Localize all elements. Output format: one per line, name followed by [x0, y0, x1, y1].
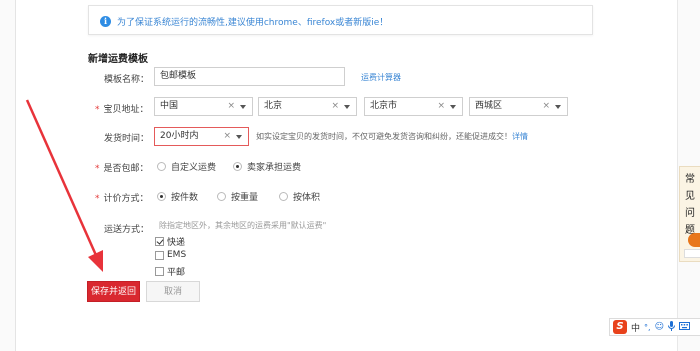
checkbox-box	[155, 237, 164, 246]
keyboard-icon[interactable]	[678, 321, 690, 333]
mascot-base-icon	[684, 249, 700, 258]
faq-char: 常	[685, 174, 695, 185]
chevron-down-icon	[240, 105, 246, 109]
chevron-down-icon	[344, 105, 350, 109]
emoji-icon[interactable]: ☺	[655, 322, 664, 332]
province-value: 北京	[264, 101, 283, 111]
browser-notice: i 为了保证系统运行的流畅性,建议使用chrome、firefox或者新版ie！	[88, 5, 593, 35]
ship-time-hint-text: 如实设定宝贝的发货时间，不仅可避免发货咨询和纠纷，还能促进成交！	[256, 132, 512, 141]
delivery-note: 除指定地区外，其余地区的运费采用"默认运费"	[159, 221, 327, 230]
clear-icon[interactable]: ×	[223, 128, 231, 145]
checkbox-ems[interactable]: EMS	[155, 250, 186, 260]
checkbox-box	[155, 267, 164, 276]
district-select[interactable]: 西城区 ×	[469, 97, 568, 116]
ship-time-label: 发货时间：	[104, 134, 150, 144]
checkbox-express[interactable]: 快递	[155, 235, 185, 248]
cancel-button[interactable]: 取消	[146, 281, 200, 302]
section-title: 新增运费模板	[88, 54, 148, 65]
template-name-label: 模板名称：	[104, 75, 150, 85]
punctuation-icon[interactable]: °,	[644, 323, 651, 332]
chevron-down-icon	[450, 105, 456, 109]
ship-time-hint: 如实设定宝贝的发货时间，不仅可避免发货咨询和纠纷，还能促进成交！详情	[256, 131, 528, 142]
ime-mode[interactable]: 中	[631, 321, 640, 334]
country-value: 中国	[160, 101, 179, 111]
free-shipping-label: * 是否包邮：	[95, 161, 149, 174]
info-icon: i	[100, 16, 111, 27]
ship-time-select[interactable]: 20小时内 ×	[154, 127, 249, 146]
checkbox-surface-mail[interactable]: 平邮	[155, 265, 185, 278]
location-label: * 宝贝地址：	[95, 102, 149, 115]
city-value: 北京市	[370, 101, 398, 111]
notice-text: 为了保证系统运行的流畅性,建议使用chrome、firefox或者新版ie！	[117, 18, 389, 28]
radio-label: 按件数	[171, 193, 199, 203]
radio-dot	[157, 192, 166, 201]
required-mark: *	[95, 105, 100, 115]
city-select[interactable]: 北京市 ×	[364, 97, 463, 116]
ime-toolbar[interactable]: S 中 °, ☺	[609, 318, 700, 336]
radio-dot	[233, 162, 242, 171]
chevron-down-icon	[236, 135, 242, 139]
pricing-label: * 计价方式：	[95, 191, 149, 204]
page: i 为了保证系统运行的流畅性,建议使用chrome、firefox或者新版ie！…	[0, 0, 700, 351]
mascot-icon	[688, 233, 700, 247]
template-name-input[interactable]: 包邮模板	[154, 67, 345, 86]
clear-icon[interactable]: ×	[227, 98, 235, 115]
freight-calculator-link[interactable]: 运费计算器	[361, 72, 401, 83]
radio-by-weight[interactable]: 按重量	[217, 190, 258, 203]
clear-icon[interactable]: ×	[437, 98, 445, 115]
radio-label: 自定义运费	[171, 163, 217, 173]
checkbox-label: 快递	[167, 238, 186, 248]
checkbox-label: 平邮	[167, 268, 186, 278]
province-select[interactable]: 北京 ×	[258, 97, 357, 116]
faq-side-tab[interactable]: 常 见 问 题	[679, 166, 700, 262]
radio-label: 按体积	[293, 193, 321, 203]
checkbox-box	[155, 250, 164, 260]
radio-label: 卖家承担运费	[247, 163, 302, 173]
mic-icon[interactable]	[667, 320, 675, 334]
ship-time-details-link[interactable]: 详情	[512, 132, 528, 141]
required-mark: *	[95, 164, 100, 174]
sogou-logo-icon[interactable]: S	[613, 320, 627, 334]
faq-char: 问	[685, 208, 695, 219]
country-select[interactable]: 中国 ×	[154, 97, 253, 116]
faq-char: 见	[685, 191, 695, 202]
radio-label: 按重量	[231, 193, 259, 203]
district-value: 西城区	[475, 101, 503, 111]
pricing-label-text: 计价方式：	[103, 194, 149, 204]
radio-dot	[157, 162, 166, 171]
clear-icon[interactable]: ×	[542, 98, 550, 115]
required-mark: *	[95, 194, 100, 204]
location-label-text: 宝贝地址：	[103, 105, 149, 115]
radio-by-piece[interactable]: 按件数	[157, 190, 198, 203]
chevron-down-icon	[555, 105, 561, 109]
free-shipping-label-text: 是否包邮：	[103, 164, 149, 174]
checkbox-label: EMS	[167, 250, 187, 260]
save-and-return-button[interactable]: 保存并返回	[87, 281, 140, 302]
delivery-label: 运送方式：	[104, 225, 150, 235]
radio-dot	[217, 192, 226, 201]
radio-by-volume[interactable]: 按体积	[279, 190, 320, 203]
radio-custom-freight[interactable]: 自定义运费	[157, 160, 216, 173]
radio-seller-pays[interactable]: 卖家承担运费	[233, 160, 301, 173]
clear-icon[interactable]: ×	[331, 98, 339, 115]
ship-time-value: 20小时内	[160, 131, 199, 141]
radio-dot	[279, 192, 288, 201]
